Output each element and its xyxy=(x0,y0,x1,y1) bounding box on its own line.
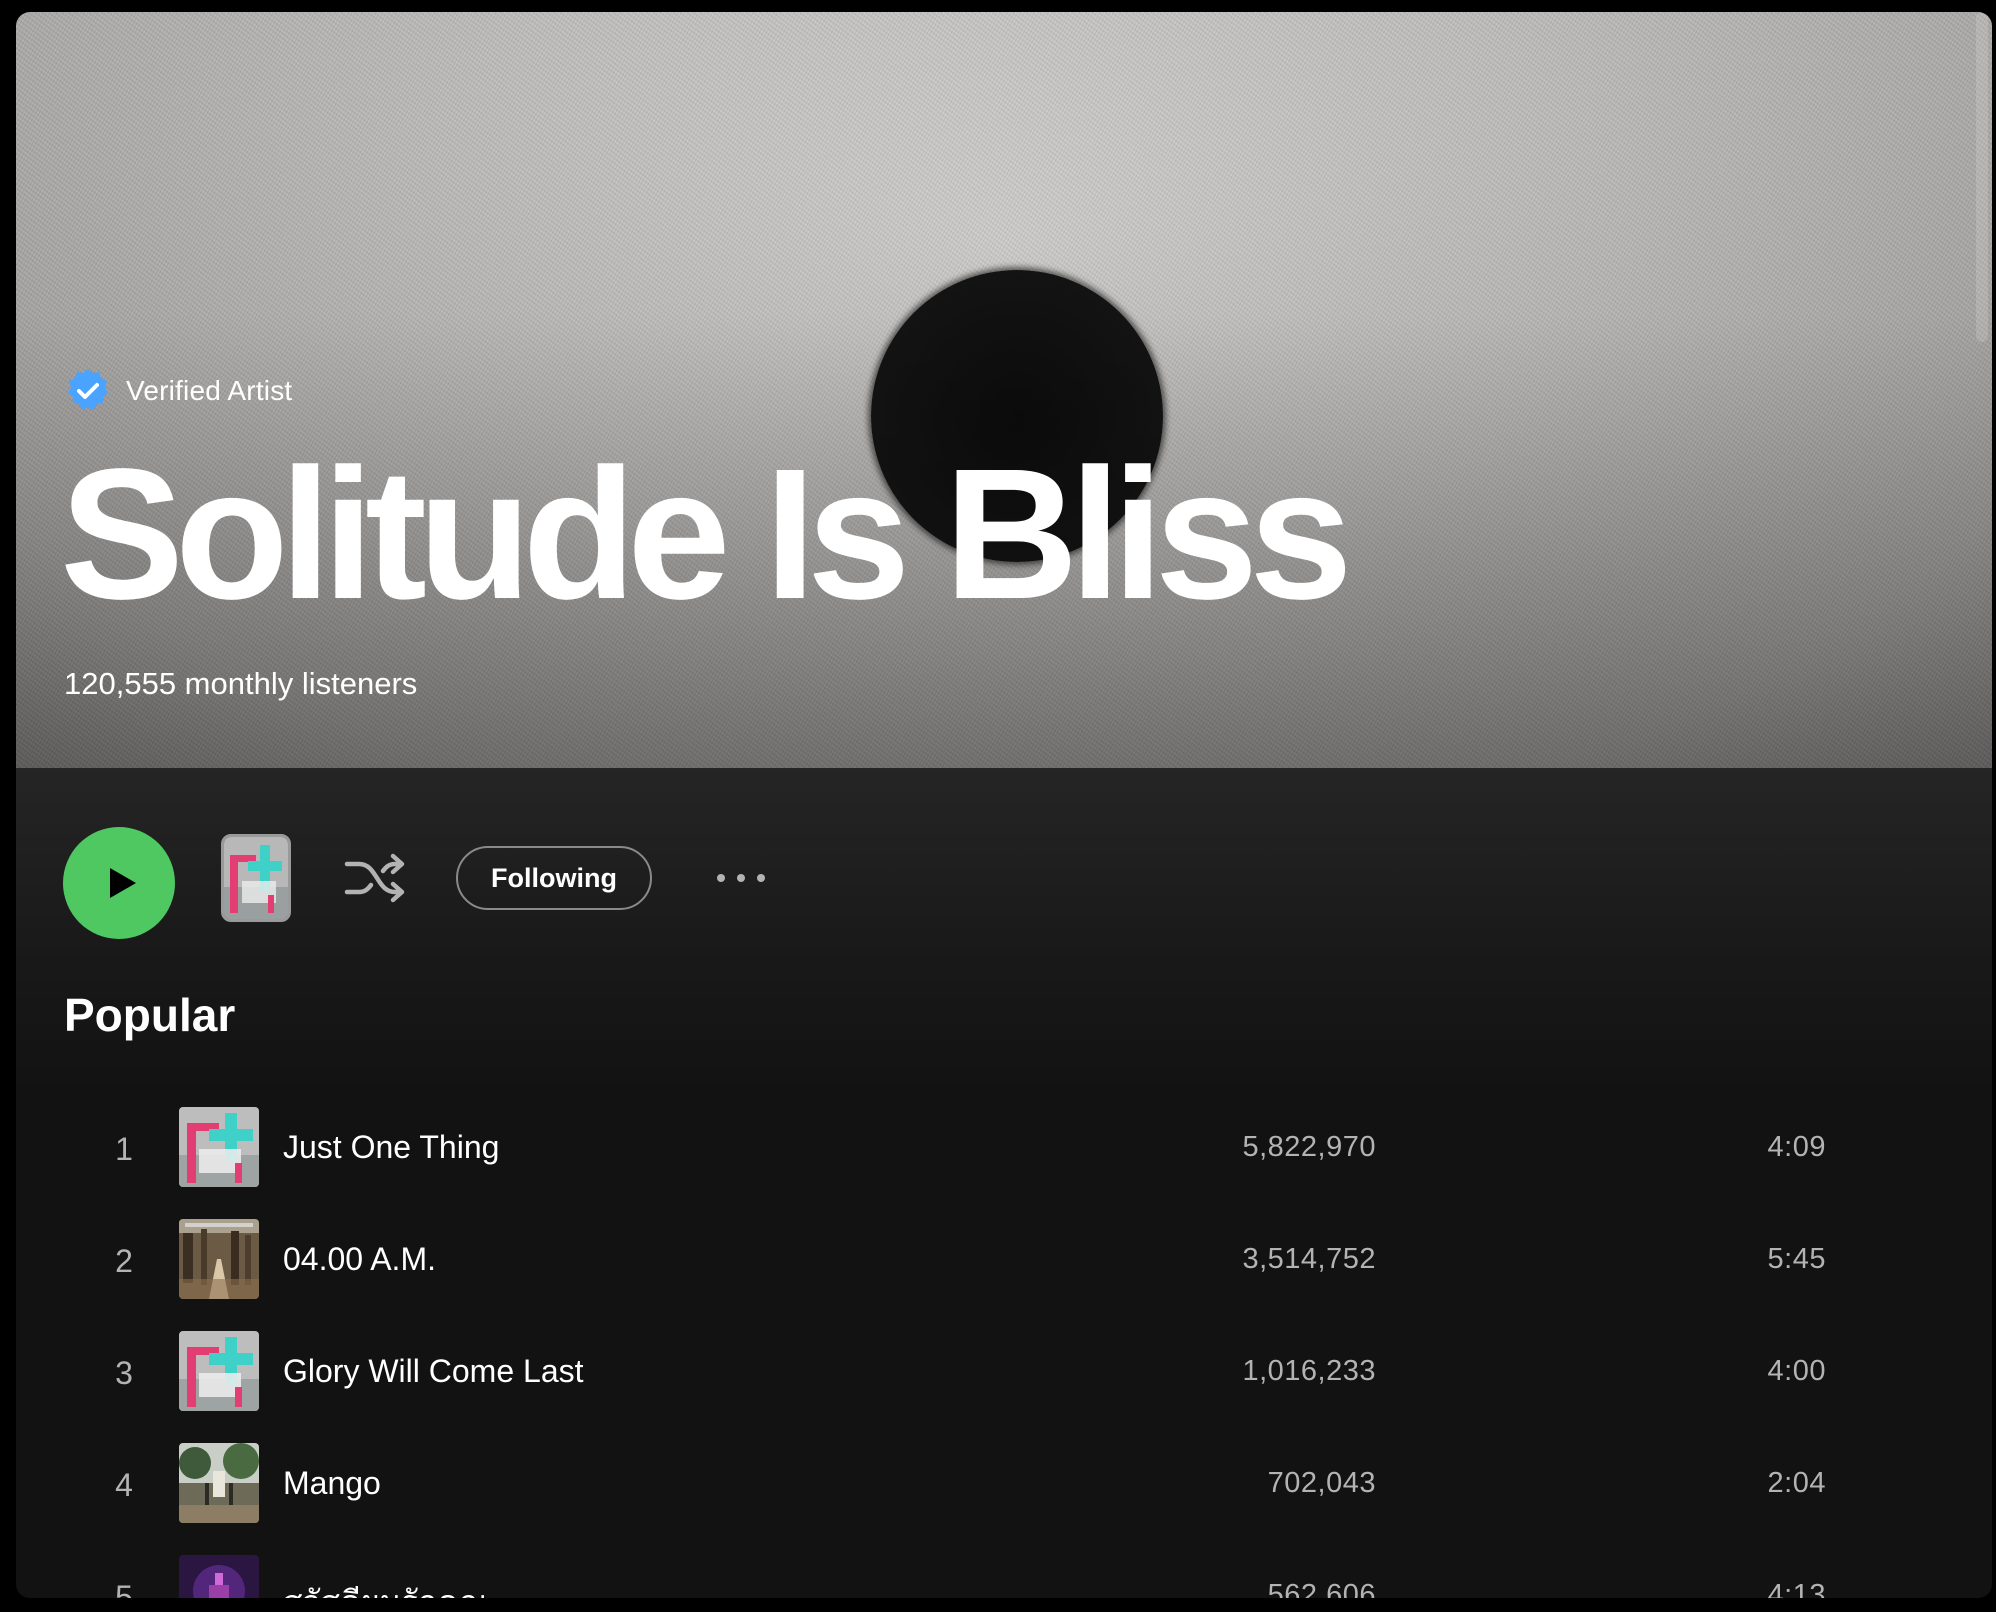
track-title: Just One Thing xyxy=(283,1129,500,1165)
track-duration: 4:09 xyxy=(1767,1131,1826,1163)
track-play-count: 1,016,233 xyxy=(1242,1355,1376,1387)
track-album-art xyxy=(179,1443,259,1523)
album-art-pink-teal-icon xyxy=(179,1107,259,1187)
track-title: Mango xyxy=(283,1465,381,1501)
hero-gradient-overlay xyxy=(16,12,1992,768)
action-bar: Following xyxy=(16,768,1992,939)
artist-page-window: Verified Artist Solitude Is Bliss 120,55… xyxy=(16,12,1992,1598)
monthly-listeners: 120,555 monthly listeners xyxy=(64,666,418,701)
track-play-count: 702,043 xyxy=(1267,1467,1376,1499)
play-button[interactable] xyxy=(63,827,175,939)
track-rank: 3 xyxy=(115,1355,133,1391)
track-play-count: 562,606 xyxy=(1267,1579,1376,1598)
track-duration: 4:00 xyxy=(1767,1355,1826,1387)
album-art-pink-teal-icon xyxy=(179,1331,259,1411)
artist-name: Solitude Is Bliss xyxy=(60,431,1353,638)
track-title: Glory Will Come Last xyxy=(283,1353,584,1389)
album-art-purple-icon xyxy=(179,1555,259,1598)
track-album-art xyxy=(179,1107,259,1187)
track-row[interactable]: 2 04.00 A.M. 3,514,752 5:45 xyxy=(56,1209,1896,1313)
artist-hero-banner: Verified Artist Solitude Is Bliss 120,55… xyxy=(16,12,1992,768)
track-row[interactable]: 5 สวัสดีผมรักคุณ 562,606 4:13 xyxy=(56,1545,1896,1598)
track-duration: 4:13 xyxy=(1767,1579,1826,1598)
track-duration: 2:04 xyxy=(1767,1467,1826,1499)
track-rank: 4 xyxy=(115,1467,133,1503)
album-art-forest-icon xyxy=(179,1219,259,1299)
album-art-pink-teal-icon xyxy=(224,837,288,919)
now-playing-cover-thumbnail[interactable] xyxy=(221,834,291,922)
verified-badge-row: Verified Artist xyxy=(64,367,292,415)
verified-check-icon xyxy=(68,369,108,410)
track-rank: 2 xyxy=(115,1243,133,1279)
track-album-art xyxy=(179,1555,259,1598)
more-dots-icon xyxy=(717,874,765,882)
track-rank: 1 xyxy=(115,1131,133,1167)
verified-artist-label: Verified Artist xyxy=(126,375,293,406)
shuffle-icon xyxy=(344,853,405,903)
track-duration: 5:45 xyxy=(1767,1243,1826,1275)
track-title: สวัสดีผมรักคุณ xyxy=(283,1577,488,1598)
track-play-count: 3,514,752 xyxy=(1242,1243,1376,1275)
track-row[interactable]: 1 Just One Thing 5,822,970 4:09 xyxy=(56,1097,1896,1201)
shuffle-button[interactable] xyxy=(342,845,408,911)
play-icon xyxy=(109,868,136,898)
track-album-art xyxy=(179,1219,259,1299)
track-rank: 5 xyxy=(115,1579,133,1598)
album-art-trees-icon xyxy=(179,1443,259,1523)
vertical-scrollbar[interactable] xyxy=(1976,12,1988,342)
more-options-button[interactable] xyxy=(706,858,776,898)
track-row[interactable]: 4 Mango 702,043 2:04 xyxy=(56,1433,1896,1537)
track-album-art xyxy=(179,1331,259,1411)
following-button[interactable]: Following xyxy=(456,846,652,910)
track-row[interactable]: 3 Glory Will Come Last 1,016,233 4:00 xyxy=(56,1321,1896,1425)
track-title: 04.00 A.M. xyxy=(283,1241,436,1277)
track-play-count: 5,822,970 xyxy=(1242,1131,1376,1163)
artist-content: Following Popular 1 Just One Thing 5,822… xyxy=(16,768,1992,1598)
popular-section-title: Popular xyxy=(64,989,236,1041)
